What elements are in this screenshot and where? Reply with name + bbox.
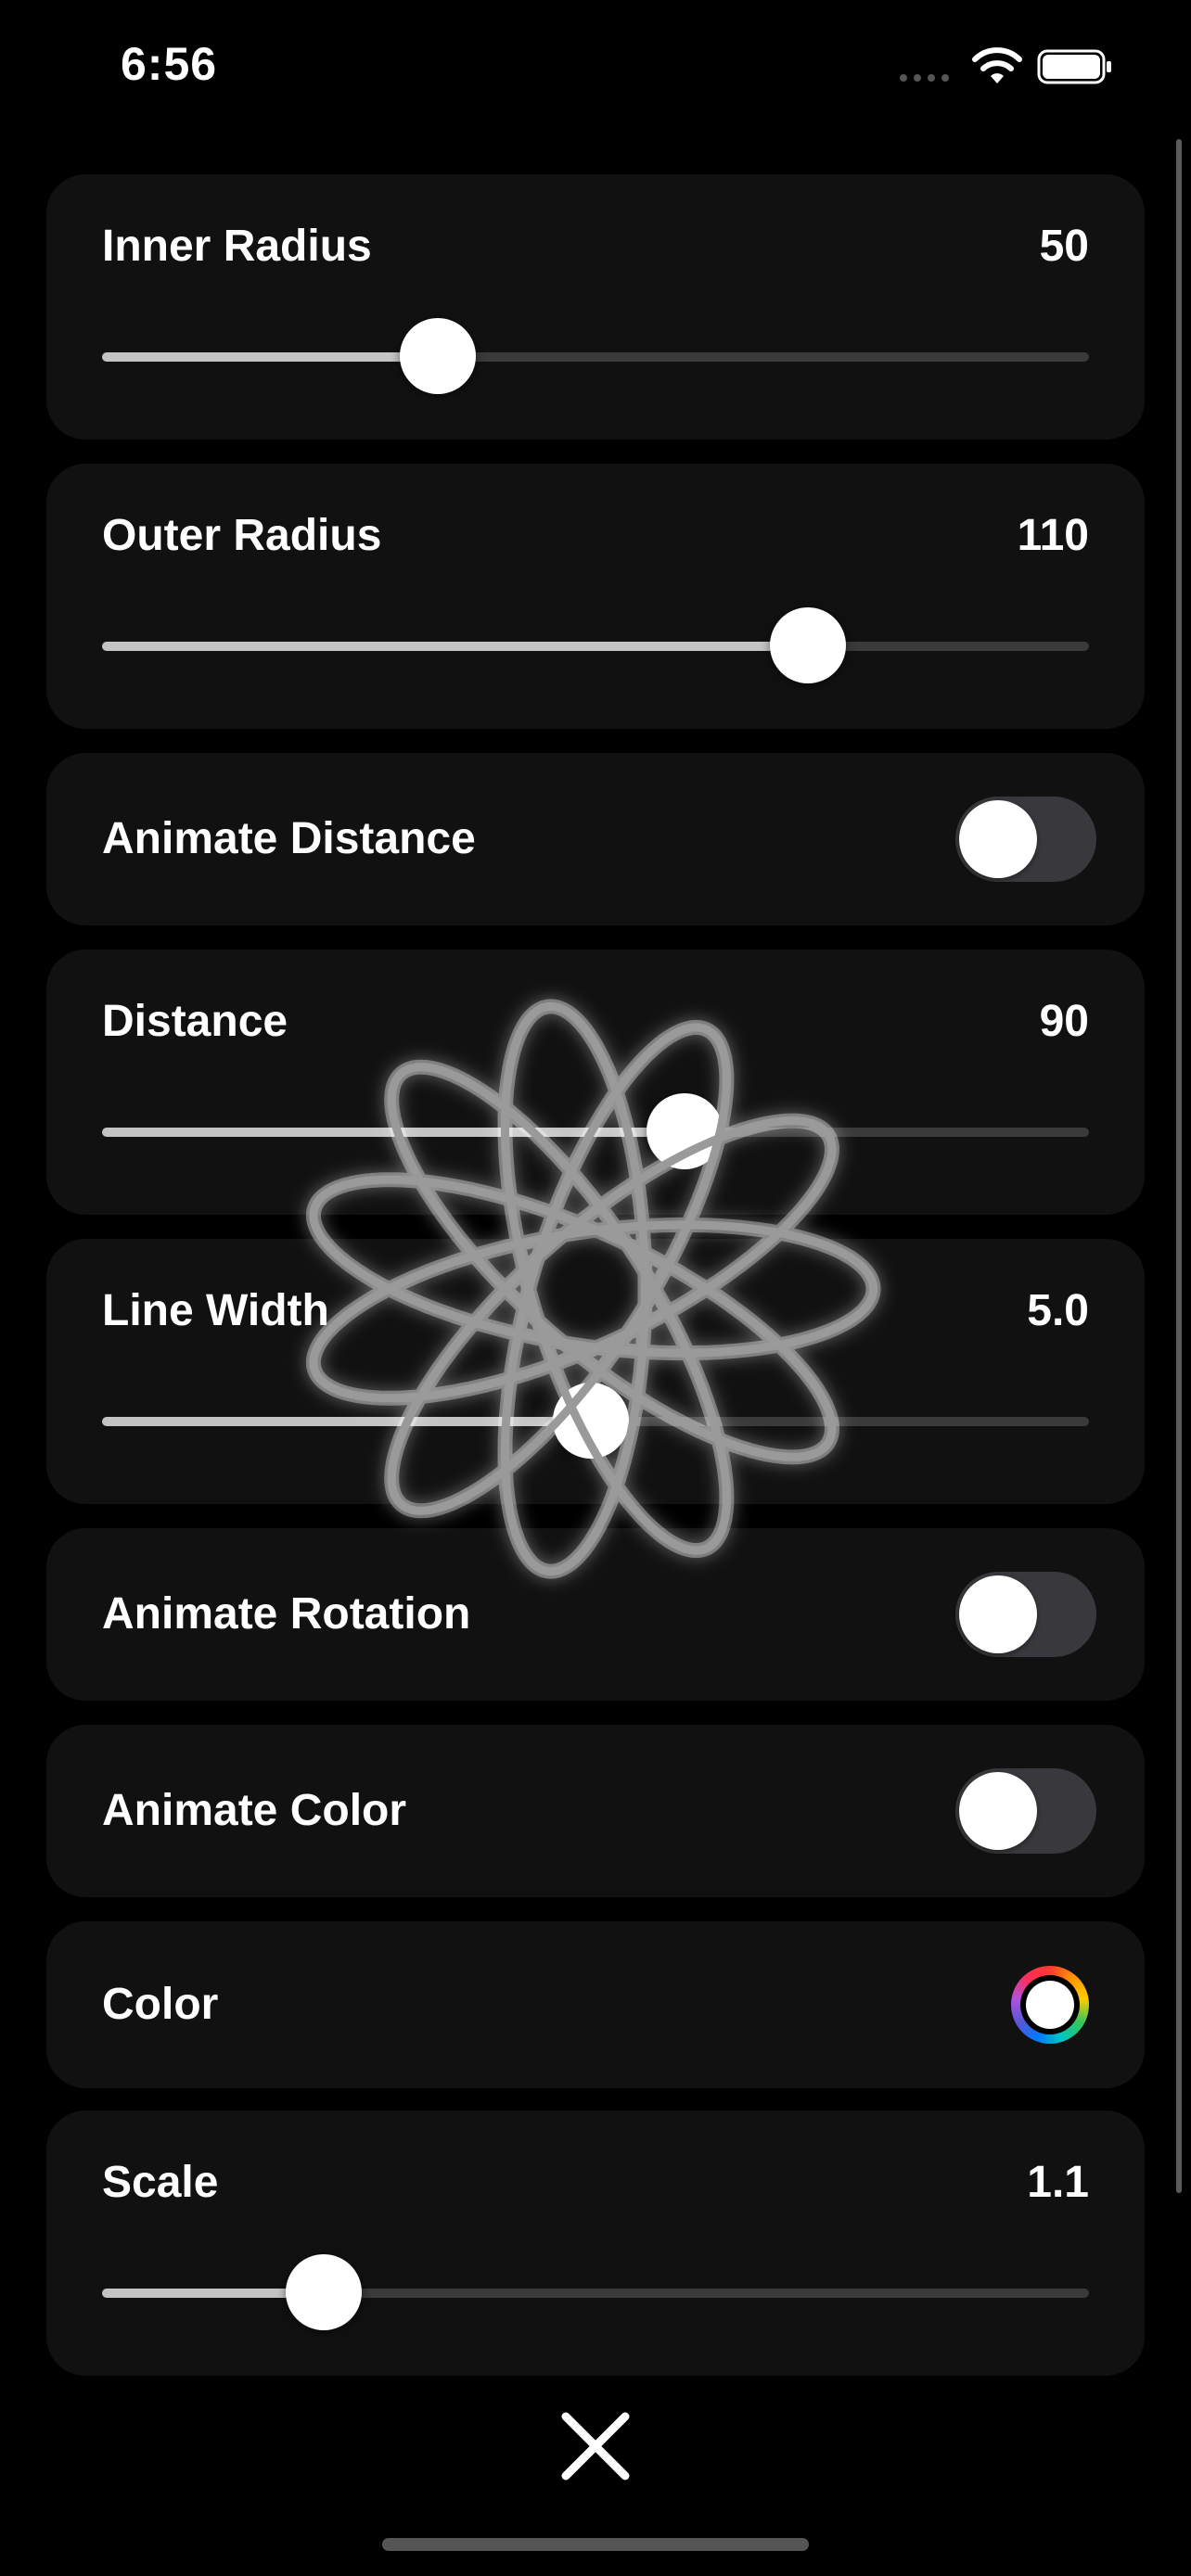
inner-radius-slider-fill <box>102 352 438 362</box>
color-panel: Color <box>46 1921 1145 2088</box>
scale-panel: Scale 1.1 <box>46 2111 1145 2376</box>
scroll-indicator[interactable] <box>1176 139 1182 2193</box>
close-button[interactable] <box>555 2405 636 2487</box>
status-time: 6:56 <box>121 38 218 90</box>
line-width-slider-thumb[interactable] <box>552 1383 629 1459</box>
animate-distance-toggle[interactable] <box>955 797 1096 882</box>
color-swatch <box>1026 1981 1074 2029</box>
status-bar: 6:56 <box>0 0 1191 139</box>
outer-radius-panel: Outer Radius 110 <box>46 464 1145 729</box>
outer-radius-slider-fill <box>102 642 808 651</box>
inner-radius-value: 50 <box>1039 222 1089 271</box>
animate-color-toggle[interactable] <box>955 1768 1096 1854</box>
battery-icon <box>1037 49 1111 84</box>
scale-slider-thumb[interactable] <box>286 2254 363 2330</box>
color-picker-button[interactable] <box>1011 1966 1089 2044</box>
cellular-signal-icon <box>900 74 949 82</box>
scale-value: 1.1 <box>1027 2158 1089 2207</box>
inner-radius-label: Inner Radius <box>102 222 372 271</box>
outer-radius-label: Outer Radius <box>102 511 382 560</box>
outer-radius-value: 110 <box>1017 511 1089 560</box>
animate-color-toggle-knob <box>959 1772 1037 1850</box>
line-width-panel: Line Width 5.0 <box>46 1239 1145 1504</box>
distance-panel: Distance 90 <box>46 950 1145 1215</box>
color-label: Color <box>102 1980 219 2029</box>
animate-rotation-toggle-knob <box>959 1575 1037 1653</box>
outer-radius-slider-thumb[interactable] <box>769 607 846 683</box>
line-width-slider[interactable] <box>102 1383 1089 1459</box>
home-indicator[interactable] <box>382 2538 809 2551</box>
animate-distance-panel: Animate Distance <box>46 753 1145 925</box>
animate-color-label: Animate Color <box>102 1786 407 1835</box>
scale-label: Scale <box>102 2158 219 2207</box>
distance-value: 90 <box>1039 997 1089 1046</box>
animate-color-panel: Animate Color <box>46 1725 1145 1897</box>
distance-label: Distance <box>102 997 288 1046</box>
line-width-label: Line Width <box>102 1286 329 1335</box>
distance-slider[interactable] <box>102 1093 1089 1169</box>
distance-slider-thumb[interactable] <box>646 1093 723 1169</box>
inner-radius-panel: Inner Radius 50 <box>46 174 1145 440</box>
animate-distance-toggle-knob <box>959 800 1037 878</box>
scale-slider[interactable] <box>102 2254 1089 2330</box>
outer-radius-slider[interactable] <box>102 607 1089 683</box>
distance-slider-fill <box>102 1128 685 1137</box>
animate-distance-label: Animate Distance <box>102 814 476 863</box>
wifi-icon <box>972 47 1022 83</box>
line-width-value: 5.0 <box>1027 1286 1089 1335</box>
animate-rotation-label: Animate Rotation <box>102 1589 471 1639</box>
inner-radius-slider-thumb[interactable] <box>399 318 476 394</box>
inner-radius-slider[interactable] <box>102 318 1089 394</box>
close-icon <box>561 2412 630 2480</box>
color-well-ring <box>1020 1975 1080 2034</box>
animate-rotation-toggle[interactable] <box>955 1572 1096 1657</box>
animate-rotation-panel: Animate Rotation <box>46 1528 1145 1701</box>
line-width-slider-fill <box>102 1417 591 1426</box>
